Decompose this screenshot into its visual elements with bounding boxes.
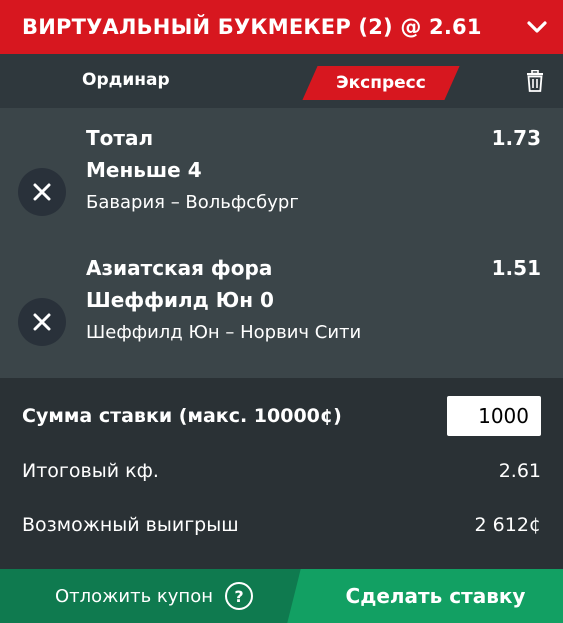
- bet-market: Азиатская фора: [86, 256, 273, 280]
- bet-slip-footer: Отложить купон ? Сделать ставку: [0, 569, 563, 623]
- bet-match: Шеффилд Юн – Норвич Сити: [86, 322, 362, 343]
- total-odds-label: Итоговый кф.: [22, 460, 159, 482]
- bet-type-tabs: Ординар Экспресс: [0, 54, 563, 108]
- bet-slip-title: ВИРТУАЛЬНЫЙ БУКМЕКЕР (2) @ 2.61: [22, 15, 482, 39]
- place-bet-label: Сделать ставку: [345, 584, 526, 608]
- total-odds-value: 2.61: [498, 460, 541, 482]
- bet-selection: Шеффилд Юн 0: [86, 288, 274, 312]
- defer-coupon-button[interactable]: Отложить купон ?: [0, 569, 308, 623]
- bet-slip-header[interactable]: ВИРТУАЛЬНЫЙ БУКМЕКЕР (2) @ 2.61: [0, 0, 563, 54]
- tab-express[interactable]: Экспресс: [302, 66, 460, 100]
- tab-express-label: Экспресс: [336, 73, 426, 93]
- bet-item: Тотал Меньше 4 Бавария – Вольфсбург 1.73: [0, 126, 563, 246]
- bet-match: Бавария – Вольфсбург: [86, 192, 299, 213]
- potential-win-row: Возможный выигрыш 2 612¢: [22, 514, 541, 536]
- bet-slip: ВИРТУАЛЬНЫЙ БУКМЕКЕР (2) @ 2.61 Ординар …: [0, 0, 563, 623]
- close-icon: [33, 313, 51, 331]
- question-icon[interactable]: ?: [224, 582, 253, 610]
- total-odds-row: Итоговый кф. 2.61: [22, 460, 541, 482]
- remove-bet-button[interactable]: [18, 168, 66, 216]
- trash-icon[interactable]: [525, 69, 545, 92]
- bet-odds: 1.73: [491, 126, 541, 150]
- stake-row: Сумма ставки (макс. 10000¢): [22, 396, 541, 436]
- bet-market: Тотал: [86, 126, 154, 150]
- bet-selection: Меньше 4: [86, 158, 202, 182]
- bet-odds: 1.51: [491, 256, 541, 280]
- place-bet-button[interactable]: Сделать ставку: [308, 569, 563, 623]
- stake-label: Сумма ставки (макс. 10000¢): [22, 405, 342, 427]
- bet-summary: Сумма ставки (макс. 10000¢) Итоговый кф.…: [0, 378, 563, 569]
- close-icon: [33, 183, 51, 201]
- remove-bet-button[interactable]: [18, 298, 66, 346]
- bet-item: Азиатская фора Шеффилд Юн 0 Шеффилд Юн –…: [0, 256, 563, 376]
- potential-win-value: 2 612¢: [474, 514, 541, 536]
- potential-win-label: Возможный выигрыш: [22, 514, 239, 536]
- stake-input[interactable]: [447, 396, 541, 436]
- chevron-down-icon[interactable]: [523, 13, 551, 41]
- bet-list: Тотал Меньше 4 Бавария – Вольфсбург 1.73…: [0, 108, 563, 378]
- defer-coupon-label: Отложить купон: [55, 585, 213, 607]
- tab-single[interactable]: Ординар: [82, 70, 170, 90]
